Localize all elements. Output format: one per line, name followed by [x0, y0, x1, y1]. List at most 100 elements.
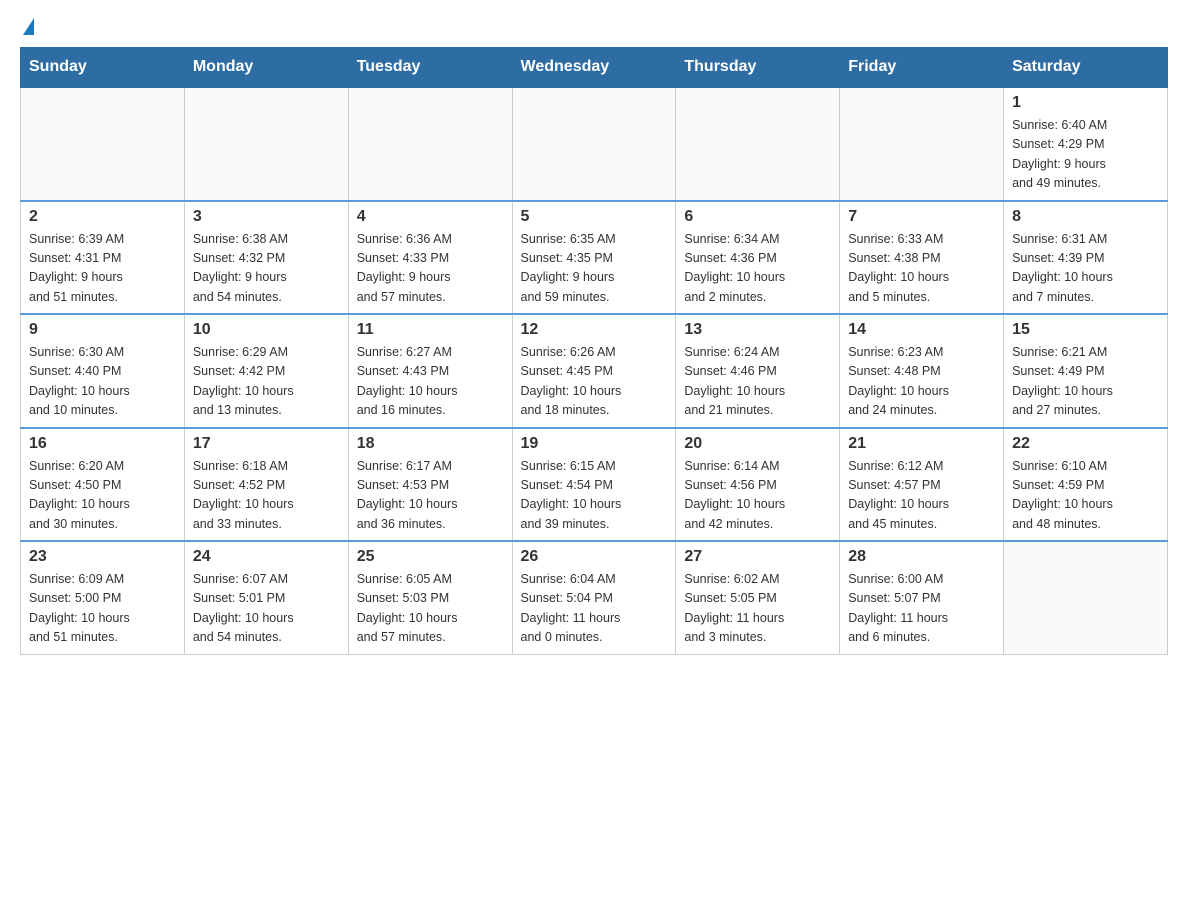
table-row: 27 Sunrise: 6:02 AMSunset: 5:05 PMDayligh… [676, 541, 840, 654]
day-number: 9 [29, 321, 176, 339]
table-row: 17 Sunrise: 6:18 AMSunset: 4:52 PMDayligh… [184, 428, 348, 542]
table-row: 3 Sunrise: 6:38 AMSunset: 4:32 PMDaylight… [184, 201, 348, 315]
calendar-table: Sunday Monday Tuesday Wednesday Thursday… [20, 47, 1168, 655]
table-row [676, 87, 840, 201]
table-row: 2 Sunrise: 6:39 AMSunset: 4:31 PMDaylight… [21, 201, 185, 315]
table-row [348, 87, 512, 201]
day-info: Sunrise: 6:18 AMSunset: 4:52 PMDaylight:… [193, 457, 340, 535]
weekday-header-row: Sunday Monday Tuesday Wednesday Thursday… [21, 48, 1168, 88]
table-row [840, 87, 1004, 201]
table-row [21, 87, 185, 201]
table-row [184, 87, 348, 201]
day-number: 14 [848, 321, 995, 339]
day-number: 24 [193, 548, 340, 566]
day-info: Sunrise: 6:33 AMSunset: 4:38 PMDaylight:… [848, 230, 995, 308]
table-row: 15 Sunrise: 6:21 AMSunset: 4:49 PMDayligh… [1004, 314, 1168, 428]
table-row: 22 Sunrise: 6:10 AMSunset: 4:59 PMDayligh… [1004, 428, 1168, 542]
page-header [20, 20, 1168, 37]
calendar-week-row: 9 Sunrise: 6:30 AMSunset: 4:40 PMDaylight… [21, 314, 1168, 428]
header-friday: Friday [840, 48, 1004, 88]
table-row: 10 Sunrise: 6:29 AMSunset: 4:42 PMDayligh… [184, 314, 348, 428]
day-info: Sunrise: 6:05 AMSunset: 5:03 PMDaylight:… [357, 570, 504, 648]
day-number: 5 [521, 208, 668, 226]
day-info: Sunrise: 6:35 AMSunset: 4:35 PMDaylight:… [521, 230, 668, 308]
header-saturday: Saturday [1004, 48, 1168, 88]
table-row: 1Sunrise: 6:40 AMSunset: 4:29 PMDaylight… [1004, 87, 1168, 201]
table-row: 18 Sunrise: 6:17 AMSunset: 4:53 PMDayligh… [348, 428, 512, 542]
table-row: 7Sunrise: 6:33 AMSunset: 4:38 PMDaylight… [840, 201, 1004, 315]
day-number: 19 [521, 435, 668, 453]
day-info: Sunrise: 6:24 AMSunset: 4:46 PMDaylight:… [684, 343, 831, 421]
calendar-week-row: 2 Sunrise: 6:39 AMSunset: 4:31 PMDaylight… [21, 201, 1168, 315]
calendar-week-row: 16 Sunrise: 6:20 AMSunset: 4:50 PMDayligh… [21, 428, 1168, 542]
logo [20, 20, 34, 37]
day-info: Sunrise: 6:23 AMSunset: 4:48 PMDaylight:… [848, 343, 995, 421]
day-info: Sunrise: 6:09 AMSunset: 5:00 PMDaylight:… [29, 570, 176, 648]
header-monday: Monday [184, 48, 348, 88]
day-number: 13 [684, 321, 831, 339]
day-number: 22 [1012, 435, 1159, 453]
day-number: 20 [684, 435, 831, 453]
day-info: Sunrise: 6:14 AMSunset: 4:56 PMDaylight:… [684, 457, 831, 535]
day-info: Sunrise: 6:21 AMSunset: 4:49 PMDaylight:… [1012, 343, 1159, 421]
table-row: 24 Sunrise: 6:07 AMSunset: 5:01 PMDayligh… [184, 541, 348, 654]
day-info: Sunrise: 6:38 AMSunset: 4:32 PMDaylight:… [193, 230, 340, 308]
day-number: 11 [357, 321, 504, 339]
table-row: 11Sunrise: 6:27 AMSunset: 4:43 PMDayligh… [348, 314, 512, 428]
table-row: 25 Sunrise: 6:05 AMSunset: 5:03 PMDayligh… [348, 541, 512, 654]
day-number: 23 [29, 548, 176, 566]
day-info: Sunrise: 6:07 AMSunset: 5:01 PMDaylight:… [193, 570, 340, 648]
day-info: Sunrise: 6:36 AMSunset: 4:33 PMDaylight:… [357, 230, 504, 308]
table-row: 28 Sunrise: 6:00 AMSunset: 5:07 PMDayligh… [840, 541, 1004, 654]
table-row: 23 Sunrise: 6:09 AMSunset: 5:00 PMDayligh… [21, 541, 185, 654]
day-info: Sunrise: 6:29 AMSunset: 4:42 PMDaylight:… [193, 343, 340, 421]
table-row: 14 Sunrise: 6:23 AMSunset: 4:48 PMDayligh… [840, 314, 1004, 428]
day-number: 17 [193, 435, 340, 453]
header-tuesday: Tuesday [348, 48, 512, 88]
day-number: 3 [193, 208, 340, 226]
day-info: Sunrise: 6:02 AMSunset: 5:05 PMDaylight:… [684, 570, 831, 648]
day-info: Sunrise: 6:00 AMSunset: 5:07 PMDaylight:… [848, 570, 995, 648]
day-info: Sunrise: 6:12 AMSunset: 4:57 PMDaylight:… [848, 457, 995, 535]
day-number: 10 [193, 321, 340, 339]
day-info: Sunrise: 6:26 AMSunset: 4:45 PMDaylight:… [521, 343, 668, 421]
day-info: Sunrise: 6:17 AMSunset: 4:53 PMDaylight:… [357, 457, 504, 535]
day-number: 28 [848, 548, 995, 566]
day-info: Sunrise: 6:10 AMSunset: 4:59 PMDaylight:… [1012, 457, 1159, 535]
table-row: 5 Sunrise: 6:35 AMSunset: 4:35 PMDaylight… [512, 201, 676, 315]
header-wednesday: Wednesday [512, 48, 676, 88]
day-number: 15 [1012, 321, 1159, 339]
calendar-week-row: 23 Sunrise: 6:09 AMSunset: 5:00 PMDayligh… [21, 541, 1168, 654]
table-row: 9 Sunrise: 6:30 AMSunset: 4:40 PMDaylight… [21, 314, 185, 428]
day-info: Sunrise: 6:15 AMSunset: 4:54 PMDaylight:… [521, 457, 668, 535]
table-row: 16 Sunrise: 6:20 AMSunset: 4:50 PMDayligh… [21, 428, 185, 542]
header-thursday: Thursday [676, 48, 840, 88]
day-number: 18 [357, 435, 504, 453]
day-info: Sunrise: 6:31 AMSunset: 4:39 PMDaylight:… [1012, 230, 1159, 308]
day-info: Sunrise: 6:04 AMSunset: 5:04 PMDaylight:… [521, 570, 668, 648]
calendar-week-row: 1Sunrise: 6:40 AMSunset: 4:29 PMDaylight… [21, 87, 1168, 201]
day-number: 21 [848, 435, 995, 453]
day-number: 1 [1012, 94, 1159, 112]
day-number: 26 [521, 548, 668, 566]
day-info: Sunrise: 6:39 AMSunset: 4:31 PMDaylight:… [29, 230, 176, 308]
logo-triangle-icon [23, 18, 34, 35]
day-number: 25 [357, 548, 504, 566]
table-row: 26 Sunrise: 6:04 AMSunset: 5:04 PMDayligh… [512, 541, 676, 654]
table-row: 13 Sunrise: 6:24 AMSunset: 4:46 PMDayligh… [676, 314, 840, 428]
table-row: 21 Sunrise: 6:12 AMSunset: 4:57 PMDayligh… [840, 428, 1004, 542]
table-row: 6Sunrise: 6:34 AMSunset: 4:36 PMDaylight… [676, 201, 840, 315]
day-number: 12 [521, 321, 668, 339]
table-row: 8Sunrise: 6:31 AMSunset: 4:39 PMDaylight… [1004, 201, 1168, 315]
table-row: 4 Sunrise: 6:36 AMSunset: 4:33 PMDaylight… [348, 201, 512, 315]
table-row: 19 Sunrise: 6:15 AMSunset: 4:54 PMDayligh… [512, 428, 676, 542]
day-number: 2 [29, 208, 176, 226]
day-info: Sunrise: 6:20 AMSunset: 4:50 PMDaylight:… [29, 457, 176, 535]
day-info: Sunrise: 6:30 AMSunset: 4:40 PMDaylight:… [29, 343, 176, 421]
table-row: 12 Sunrise: 6:26 AMSunset: 4:45 PMDayligh… [512, 314, 676, 428]
day-number: 27 [684, 548, 831, 566]
table-row [1004, 541, 1168, 654]
day-number: 6 [684, 208, 831, 226]
day-number: 4 [357, 208, 504, 226]
day-number: 16 [29, 435, 176, 453]
